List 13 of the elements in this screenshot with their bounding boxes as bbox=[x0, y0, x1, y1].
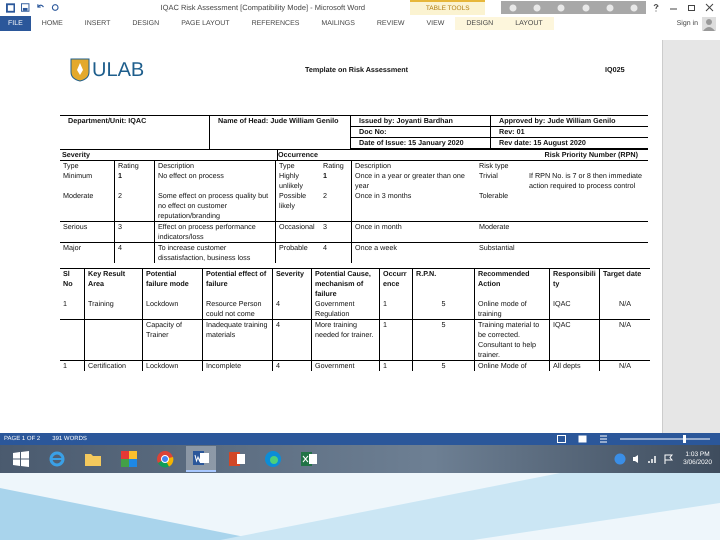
logo-wordmark: ULAB bbox=[92, 59, 144, 81]
print-layout-icon[interactable] bbox=[578, 435, 587, 443]
vertical-scrollbar[interactable] bbox=[662, 40, 720, 433]
flag-icon[interactable] bbox=[664, 454, 674, 464]
shield-logo-icon bbox=[70, 58, 90, 82]
zoom-slider-icon[interactable] bbox=[620, 435, 710, 443]
close-icon[interactable] bbox=[705, 3, 714, 12]
save-icon[interactable] bbox=[21, 3, 30, 12]
web-layout-icon[interactable] bbox=[599, 435, 608, 443]
user-avatar-icon[interactable] bbox=[702, 16, 716, 30]
network-icon[interactable] bbox=[648, 454, 658, 464]
restore-icon[interactable] bbox=[687, 3, 696, 12]
read-mode-icon[interactable] bbox=[557, 435, 566, 443]
